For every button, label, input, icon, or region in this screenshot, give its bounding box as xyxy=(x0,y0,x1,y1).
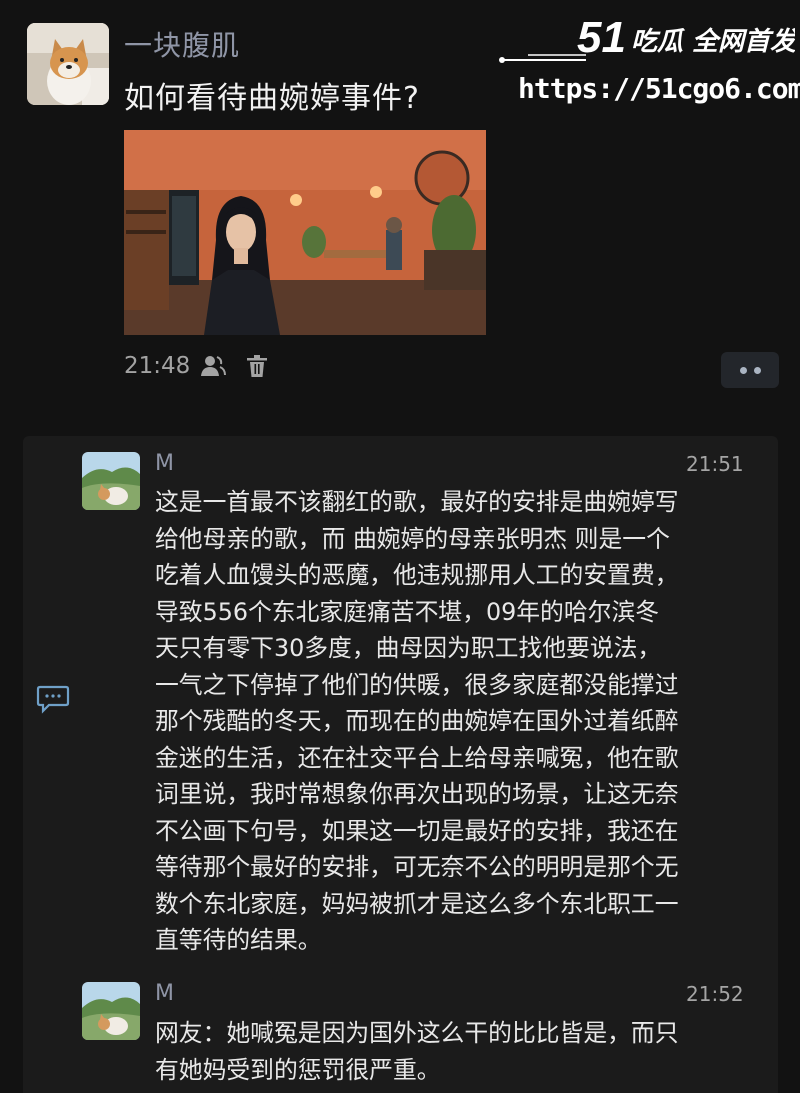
comment-line: 数个东北家庭，妈妈被抓才是这么多个东北职工一 xyxy=(155,889,679,918)
comment-icon[interactable] xyxy=(36,684,70,714)
comment-line: 不公画下句号，如果这一切是最好的安排，我还在 xyxy=(155,816,679,845)
watermark-brand: 51 吃瓜 全网首发 xyxy=(575,12,799,62)
more-dots-icon xyxy=(739,366,747,374)
comment-line: 金迷的生活，还在社交平台上给母亲喊冤，他在歌 xyxy=(155,743,679,772)
comment-line: 有她妈受到的惩罚很严重。 xyxy=(155,1055,441,1084)
comment-time: 21:52 xyxy=(686,982,744,1006)
comment-text: 网友：她喊冤是因为国外这么干的比比皆是，而只 有她妈受到的惩罚很严重。 xyxy=(155,1015,765,1088)
post-author[interactable]: 一块腹肌 xyxy=(124,24,240,64)
comment-line: 直等待的结果。 xyxy=(155,926,322,954)
post-title: 如何看待曲婉婷事件? xyxy=(124,81,420,116)
comment-author[interactable]: M xyxy=(155,981,174,1006)
post-time: 21:48 xyxy=(124,353,191,379)
comment-avatar[interactable] xyxy=(82,452,140,510)
comment-line: 导致556个东北家庭痛苦不堪，09年的哈尔滨冬 xyxy=(155,597,660,626)
comment-text: 这是一首最不该翻红的歌，最好的安排是曲婉婷写 给他母亲的歌，而 曲婉婷的母亲张明… xyxy=(155,484,765,959)
watermark-circuit-lines xyxy=(499,54,586,63)
post-meta: 21:48 xyxy=(124,353,268,379)
comment-author[interactable]: M xyxy=(155,451,174,476)
person-icon[interactable] xyxy=(200,355,227,377)
more-button[interactable] xyxy=(721,352,779,388)
comment-line: 词里说，我时常想象你再次出现的场景，让这无奈 xyxy=(155,780,679,808)
trash-icon[interactable] xyxy=(246,354,268,378)
watermark-url: https://51cgo6.com xyxy=(518,72,800,105)
comment-line: 网友：她喊冤是因为国外这么干的比比皆是，而只 xyxy=(155,1019,679,1047)
comment-line: 这是一首最不该翻红的歌，最好的安排是曲婉婷写 xyxy=(155,488,679,516)
author-avatar[interactable] xyxy=(27,23,109,105)
comment-time: 21:51 xyxy=(686,452,744,476)
comment-line: 那个残酷的冬天，而现在的曲婉婷在国外过着纸醉 xyxy=(155,707,679,735)
watermark-logo: 51 吃瓜 全网首发 xyxy=(577,13,799,62)
comment-avatar[interactable] xyxy=(82,982,140,1040)
comment-line: 给他母亲的歌，而 曲婉婷的母亲张明杰 则是一个 xyxy=(155,524,670,553)
watermark-brand-text: 吃瓜 全网首发 xyxy=(631,27,795,57)
comment-line: 等待那个最好的安排，可无奈不公的明明是那个无 xyxy=(155,853,679,881)
comment-line: 吃着人血馒头的恶魔，他违规挪用人工的安置费， xyxy=(155,561,679,589)
post-image[interactable] xyxy=(124,130,486,335)
comment-line: 天只有零下30多度，曲母因为职工找他要说法， xyxy=(155,634,662,662)
comment-line: 一气之下停掉了他们的供暖，很多家庭都没能撑过 xyxy=(155,670,679,699)
